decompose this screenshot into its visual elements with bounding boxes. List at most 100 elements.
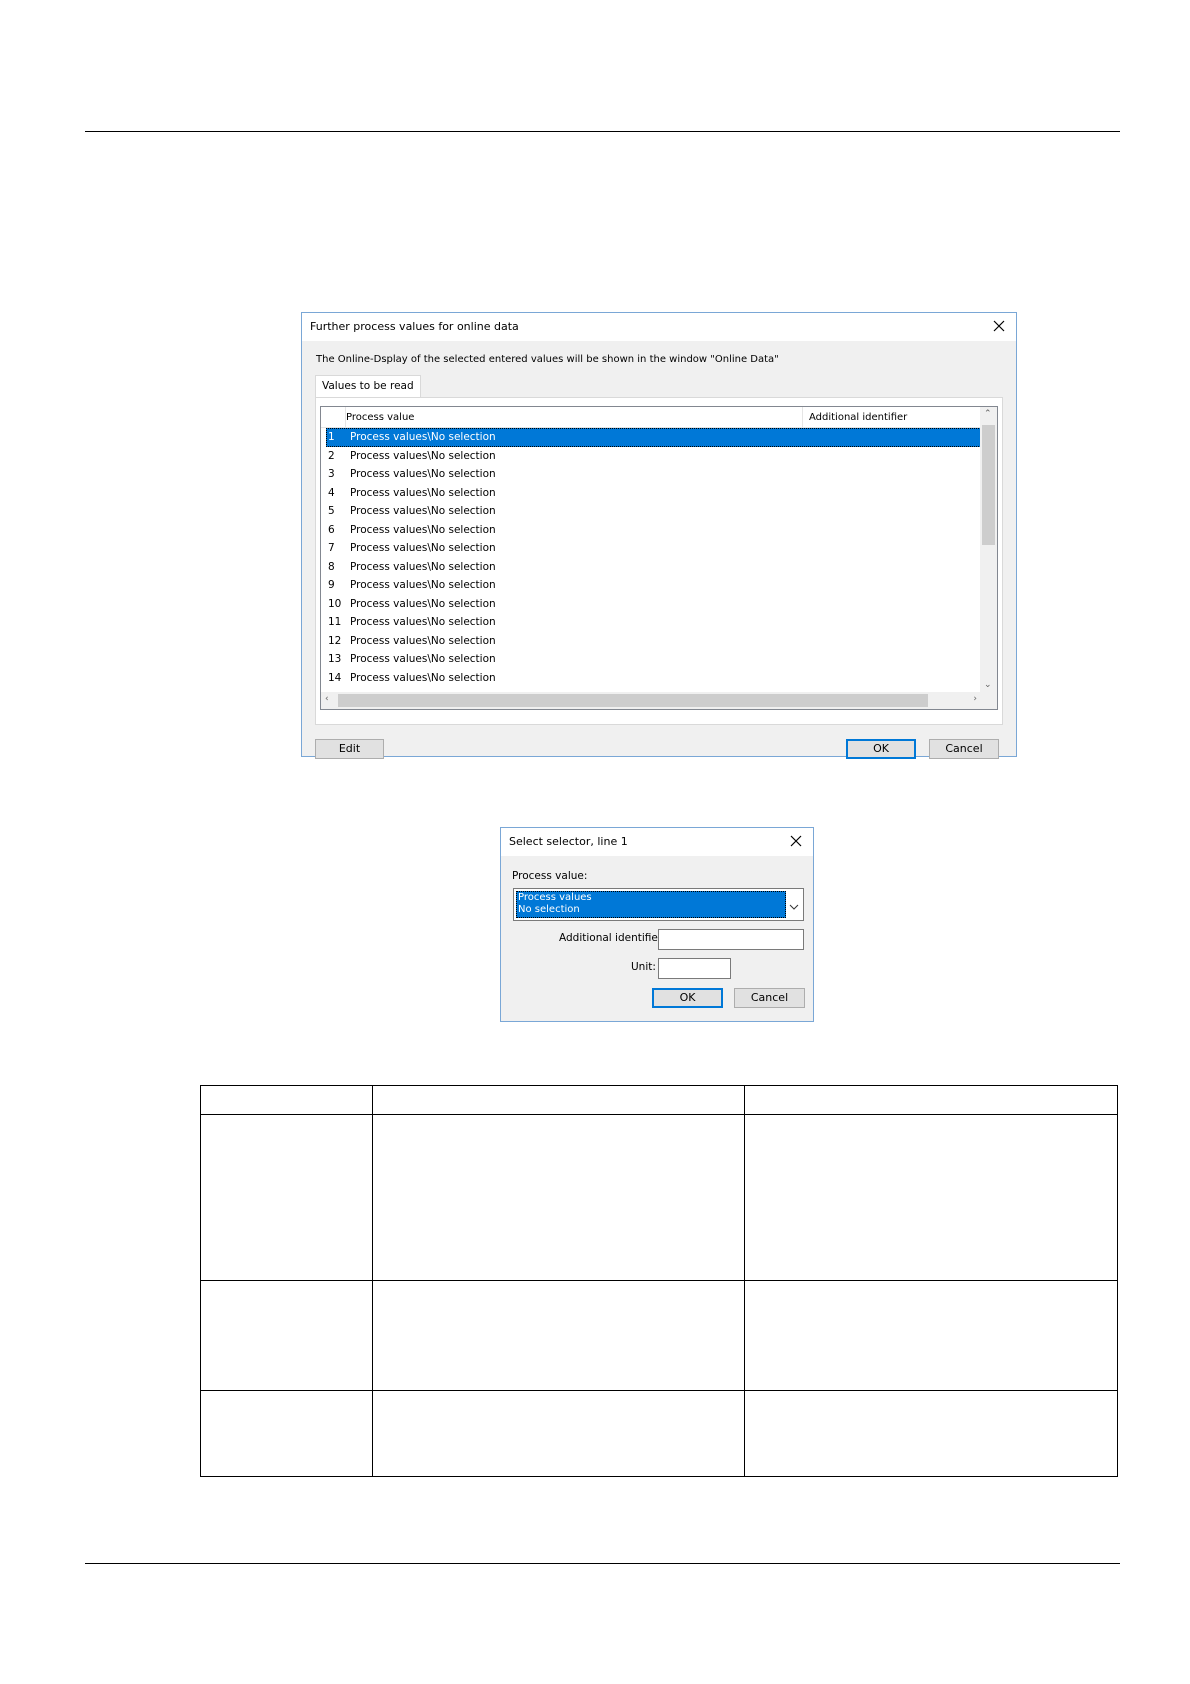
scrollbar-corner — [980, 692, 997, 709]
list-item[interactable]: 1 Process values\No selection — [326, 428, 981, 447]
list-item[interactable]: 5 Process values\No selection — [326, 502, 981, 521]
list-item[interactable]: 14 Process values\No selection — [326, 669, 981, 688]
row-process-value: Process values\No selection — [350, 616, 496, 628]
close-icon[interactable] — [990, 317, 1008, 335]
dialog-title: Further process values for online data — [310, 320, 519, 333]
list-item[interactable]: 9 Process values\No selection — [326, 576, 981, 595]
process-value-combobox[interactable]: Process values No selection — [513, 888, 804, 921]
index-column-header — [321, 407, 346, 427]
scroll-left-icon[interactable]: ‹ — [325, 694, 329, 704]
row-process-value: Process values\No selection — [350, 653, 496, 665]
table-row — [200, 1114, 1118, 1281]
dialog-titlebar: Further process values for online data — [302, 313, 1016, 341]
list-item[interactable]: 6 Process values\No selection — [326, 521, 981, 540]
table-cell — [744, 1390, 1118, 1477]
process-values-list[interactable]: Process value Additional identifier 1 Pro… — [320, 406, 998, 710]
table-cell — [200, 1390, 373, 1477]
tab-panel: Process value Additional identifier 1 Pro… — [315, 397, 1003, 725]
table-cell — [744, 1280, 1118, 1391]
additional-identifier-label: Additional identifier: — [559, 932, 666, 944]
row-number: 2 — [328, 449, 335, 462]
column-header-additional-identifier[interactable]: Additional identifier — [809, 412, 907, 423]
further-process-values-dialog: Further process values for online data T… — [301, 312, 1017, 759]
row-process-value: Process values\No selection — [350, 468, 496, 480]
list-item[interactable]: 7 Process values\No selection — [326, 539, 981, 558]
header-rule — [85, 131, 1120, 132]
row-number: 11 — [328, 616, 342, 628]
table-row — [200, 1390, 1118, 1477]
table-cell — [744, 1114, 1118, 1281]
row-process-value: Process values\No selection — [350, 486, 496, 499]
combo-line-1: Process values — [518, 892, 592, 903]
cancel-button[interactable]: Cancel — [929, 739, 999, 759]
scroll-down-icon[interactable]: ⌄ — [984, 680, 992, 690]
select-selector-dialog: Select selector, line 1 Process value: P… — [500, 827, 814, 1022]
row-number: 3 — [328, 468, 335, 480]
footer-rule — [85, 1563, 1120, 1564]
row-number: 8 — [328, 560, 335, 573]
horizontal-scroll-thumb[interactable] — [338, 694, 928, 707]
combo-line-2: No selection — [518, 904, 580, 915]
table-cell — [200, 1280, 373, 1391]
table-row — [200, 1085, 1118, 1115]
row-number: 9 — [328, 579, 335, 591]
description-table — [200, 1085, 1118, 1477]
table-cell — [371, 1085, 746, 1115]
table-cell — [371, 1390, 746, 1477]
additional-identifier-field[interactable] — [658, 929, 804, 950]
table-cell — [200, 1085, 373, 1115]
list-item[interactable]: 10 Process values\No selection — [326, 595, 981, 614]
table-cell — [371, 1114, 746, 1281]
list-item[interactable]: 12 Process values\No selection — [326, 632, 981, 651]
vertical-scroll-thumb[interactable] — [982, 425, 995, 545]
row-process-value: Process values\No selection — [350, 431, 496, 443]
row-process-value: Process values\No selection — [350, 449, 496, 462]
row-process-value: Process values\No selection — [350, 671, 496, 684]
list-item[interactable]: 8 Process values\No selection — [326, 558, 981, 577]
row-number: 12 — [328, 634, 342, 647]
row-process-value: Process values\No selection — [350, 523, 496, 536]
cancel-button[interactable]: Cancel — [734, 988, 805, 1008]
list-item[interactable]: 3 Process values\No selection — [326, 465, 981, 484]
process-value-label: Process value: — [512, 870, 588, 882]
dialog-description: The Online-Dsplay of the selected entere… — [316, 354, 779, 365]
row-process-value: Process values\No selection — [350, 597, 496, 610]
ok-button[interactable]: OK — [652, 988, 723, 1008]
row-number: 10 — [328, 597, 342, 610]
row-number: 4 — [328, 486, 335, 499]
row-number: 7 — [328, 542, 335, 554]
column-header-process-value[interactable]: Process value — [346, 412, 414, 423]
list-rows: 1 Process values\No selection 2 Process val… — [326, 428, 981, 687]
list-item[interactable]: 13 Process values\No selection — [326, 650, 981, 669]
vertical-scrollbar[interactable]: ⌃ ⌄ — [980, 407, 997, 692]
horizontal-scrollbar[interactable]: ‹ › — [321, 692, 981, 709]
table-row — [200, 1280, 1118, 1391]
row-number: 1 — [328, 431, 335, 443]
list-item[interactable]: 2 Process values\No selection — [326, 447, 981, 466]
row-process-value: Process values\No selection — [350, 505, 496, 517]
column-separator[interactable] — [802, 407, 803, 427]
row-process-value: Process values\No selection — [350, 634, 496, 647]
table-cell — [744, 1085, 1118, 1115]
list-item[interactable]: 4 Process values\No selection — [326, 484, 981, 503]
scroll-up-icon[interactable]: ⌃ — [984, 409, 992, 419]
row-process-value: Process values\No selection — [350, 560, 496, 573]
list-item[interactable]: 11 Process values\No selection — [326, 613, 981, 632]
chevron-down-icon[interactable] — [788, 898, 800, 910]
row-process-value: Process values\No selection — [350, 542, 496, 554]
row-number: 6 — [328, 523, 335, 536]
dialog-title: Select selector, line 1 — [509, 835, 628, 848]
unit-label: Unit: — [631, 961, 656, 973]
table-cell — [200, 1114, 373, 1281]
row-process-value: Process values\No selection — [350, 579, 496, 591]
list-header: Process value Additional identifier — [321, 407, 981, 428]
combobox-selected-value[interactable]: Process values No selection — [516, 891, 786, 918]
edit-button[interactable]: Edit — [315, 739, 384, 759]
row-number: 13 — [328, 653, 342, 665]
table-cell — [371, 1280, 746, 1391]
tab-values-to-be-read[interactable]: Values to be read — [315, 375, 421, 397]
ok-button[interactable]: OK — [846, 739, 916, 759]
scroll-right-icon[interactable]: › — [973, 694, 977, 704]
close-icon[interactable] — [787, 832, 805, 850]
unit-field[interactable] — [658, 958, 731, 979]
